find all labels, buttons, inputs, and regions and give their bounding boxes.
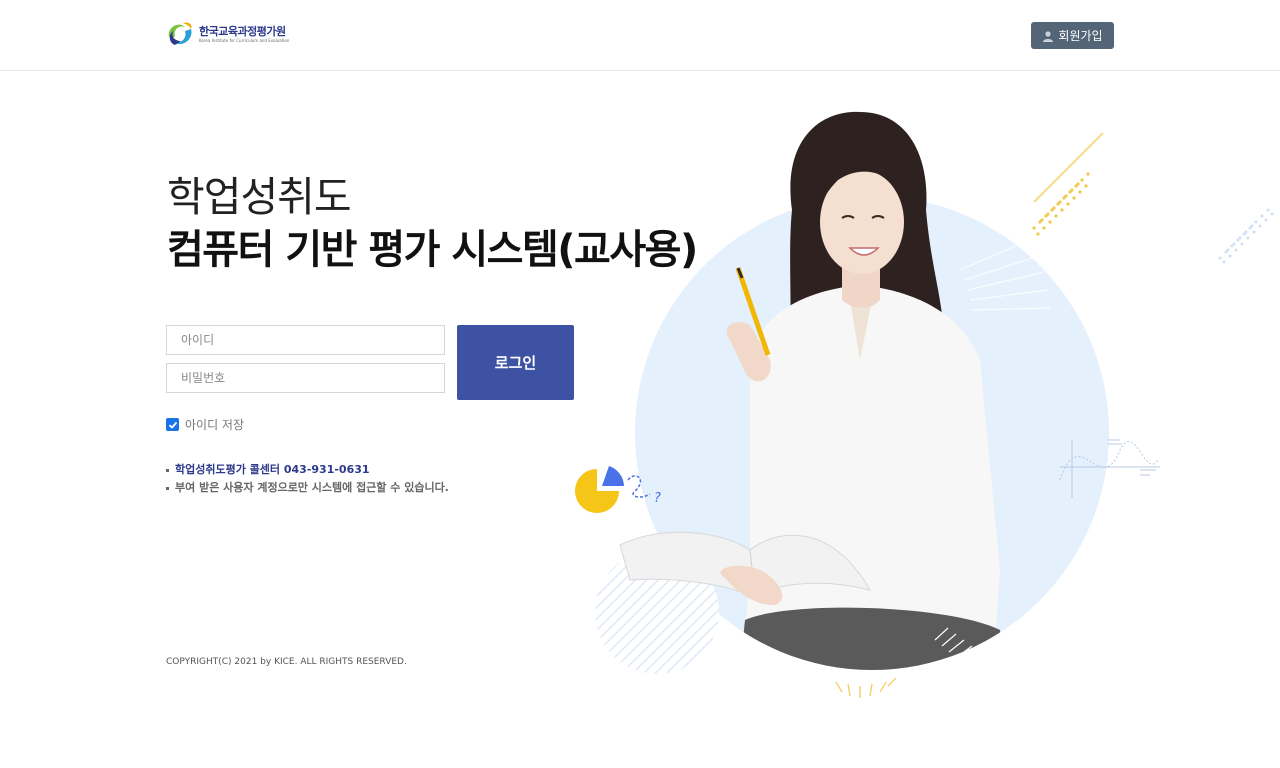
bullet-icon: [166, 486, 169, 490]
header: 한국교육과정평가원 Korea Institute for Curriculum…: [0, 0, 1280, 71]
user-icon: [1043, 30, 1054, 42]
save-id-label: 아이디 저장: [185, 418, 245, 432]
join-button[interactable]: 회원가입: [1031, 22, 1114, 49]
yellow-dots-decoration: [1032, 172, 1090, 236]
check-icon: [168, 421, 177, 429]
bullet-icon: [166, 468, 169, 472]
join-button-label: 회원가입: [1058, 29, 1103, 43]
save-id-checkbox[interactable]: [166, 418, 179, 431]
call-center-text: 학업성취도평가 콜센터 043-931-0631: [175, 463, 370, 476]
list-item: 부여 받은 사용자 계정으로만 시스템에 접근할 수 있습니다.: [166, 479, 449, 497]
sparkle-decoration: [835, 677, 897, 698]
save-id-row[interactable]: 아이디 저장: [166, 416, 244, 433]
password-input[interactable]: [166, 363, 445, 393]
logo-text: 한국교육과정평가원: [199, 24, 286, 38]
id-input[interactable]: [166, 325, 445, 355]
login-button[interactable]: 로그인: [457, 325, 574, 400]
kice-emblem-icon: [168, 22, 192, 45]
svg-text:?: ?: [654, 491, 661, 506]
notice-list: 학업성취도평가 콜센터 043-931-0631 부여 받은 사용자 계정으로만…: [166, 461, 449, 497]
hero-illustration: ?: [575, 111, 1274, 698]
blue-dots-decoration: [1218, 208, 1274, 264]
list-item: 학업성취도평가 콜센터 043-931-0631: [166, 461, 449, 479]
account-notice-text: 부여 받은 사용자 계정으로만 시스템에 접근할 수 있습니다.: [175, 481, 449, 494]
page-title-light: 학업성취도: [167, 173, 352, 221]
copyright: COPYRIGHT(C) 2021 by KICE. ALL RIGHTS RE…: [166, 657, 407, 667]
kice-logo[interactable]: 한국교육과정평가원 Korea Institute for Curriculum…: [165, 18, 289, 50]
logo-subtext: Korea Institute for Curriculum and Evalu…: [199, 37, 290, 43]
